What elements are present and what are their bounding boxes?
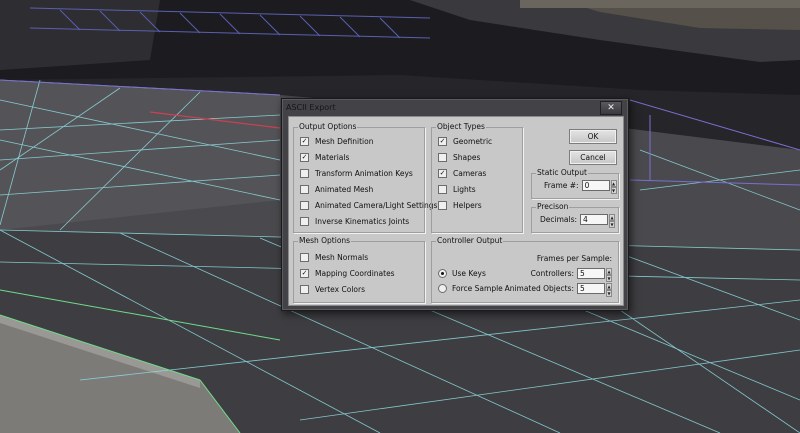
checkbox-label: Animated Mesh	[315, 185, 374, 194]
mesh-definition-checkbox[interactable]: ✓ Mesh Definition	[300, 136, 373, 147]
checkbox-label: Lights	[453, 185, 476, 194]
static-output-label: Static Output	[536, 168, 588, 177]
checkbox-box[interactable]	[300, 169, 309, 178]
checkbox-box[interactable]	[438, 153, 447, 162]
animated-objects-spinner-arrows[interactable]: ▲ ▼	[606, 283, 612, 297]
helpers-checkbox[interactable]: Helpers	[438, 200, 482, 211]
radio-button[interactable]	[438, 284, 447, 293]
checkbox-box[interactable]: ✓	[300, 269, 309, 278]
animated-camera-light-checkbox[interactable]: Animated Camera/Light Settings	[300, 200, 437, 211]
checkbox-box[interactable]	[438, 185, 447, 194]
output-options-label: Output Options	[298, 122, 358, 131]
dialog-titlebar[interactable]: ASCII Export ✕	[284, 101, 626, 115]
object-types-group: Object Types ✓ Geometric Shapes ✓ Camera…	[431, 122, 523, 233]
spin-up-icon[interactable]: ▲	[609, 214, 616, 221]
radio-dot-icon	[441, 272, 444, 275]
mesh-normals-checkbox[interactable]: Mesh Normals	[300, 252, 368, 263]
checkbox-box[interactable]	[300, 201, 309, 210]
radio-label: Use Keys	[452, 269, 486, 278]
controllers-input[interactable]: 5	[577, 268, 605, 279]
controllers-label: Controllers:	[530, 269, 574, 278]
cancel-button[interactable]: Cancel	[569, 150, 617, 165]
checkbox-label: Materials	[315, 153, 350, 162]
spin-down-icon[interactable]: ▼	[606, 290, 612, 297]
close-icon: ✕	[607, 103, 615, 113]
decimals-spinner-arrows[interactable]: ▲ ▼	[609, 214, 616, 228]
radio-button[interactable]	[438, 269, 447, 278]
decimals-spinner: Decimals: 4 ▲ ▼	[540, 214, 616, 228]
use-keys-radio[interactable]: Use Keys	[438, 268, 486, 279]
close-button[interactable]: ✕	[600, 101, 622, 115]
vertex-colors-checkbox[interactable]: Vertex Colors	[300, 284, 365, 295]
checkbox-box[interactable]: ✓	[300, 153, 309, 162]
check-icon: ✓	[439, 137, 446, 145]
ascii-export-dialog: ASCII Export ✕ Output Options ✓ Mesh Def…	[281, 98, 629, 311]
precision-group: Precison Decimals: 4 ▲ ▼	[531, 202, 619, 233]
radio-label: Force Sample	[452, 284, 503, 293]
controller-output-label: Controller Output	[436, 236, 504, 245]
output-options-group: Output Options ✓ Mesh Definition ✓ Mater…	[293, 122, 437, 233]
frame-label: Frame #:	[544, 181, 579, 190]
shapes-checkbox[interactable]: Shapes	[438, 152, 480, 163]
ok-button[interactable]: OK	[569, 129, 617, 144]
checkbox-label: Helpers	[453, 201, 482, 210]
check-icon: ✓	[301, 137, 308, 145]
spin-up-icon[interactable]: ▲	[610, 180, 617, 187]
animated-objects-label: Animated Objects:	[504, 284, 574, 293]
force-sample-radio[interactable]: Force Sample	[438, 283, 503, 294]
checkbox-label: Transform Animation Keys	[315, 169, 413, 178]
checkbox-label: Shapes	[453, 153, 481, 162]
object-types-label: Object Types	[436, 122, 486, 131]
checkbox-label: Mapping Coordinates	[315, 269, 395, 278]
checkbox-box[interactable]	[300, 253, 309, 262]
dialog-title: ASCII Export	[286, 103, 336, 112]
decimals-label: Decimals:	[540, 215, 578, 224]
frame-spinner-arrows[interactable]: ▲ ▼	[610, 180, 617, 194]
materials-checkbox[interactable]: ✓ Materials	[300, 152, 349, 163]
checkbox-label: Mesh Definition	[315, 137, 374, 146]
frames-per-sample-label: Frames per Sample:	[536, 254, 612, 263]
animated-objects-spinner: Animated Objects: 5 ▲ ▼	[504, 283, 612, 297]
spin-up-icon[interactable]: ▲	[606, 283, 612, 290]
checkbox-label: Cameras	[453, 169, 487, 178]
controller-output-group: Controller Output Frames per Sample: Use…	[431, 236, 619, 303]
controllers-spinner-arrows[interactable]: ▲ ▼	[606, 268, 612, 282]
dialog-client-area: Output Options ✓ Mesh Definition ✓ Mater…	[288, 116, 624, 306]
spin-down-icon[interactable]: ▼	[606, 275, 612, 282]
animated-objects-input[interactable]: 5	[577, 283, 605, 294]
spin-up-icon[interactable]: ▲	[606, 268, 612, 275]
spin-down-icon[interactable]: ▼	[610, 187, 617, 194]
mesh-options-label: Mesh Options	[298, 236, 352, 245]
checkbox-box[interactable]: ✓	[438, 169, 447, 178]
precision-label: Precison	[536, 202, 570, 211]
frame-spinner: Frame #: 0 ▲ ▼	[544, 180, 617, 194]
checkbox-label: Vertex Colors	[315, 285, 365, 294]
mesh-options-group: Mesh Options Mesh Normals ✓ Mapping Coor…	[293, 236, 425, 303]
geometric-checkbox[interactable]: ✓ Geometric	[438, 136, 492, 147]
spin-down-icon[interactable]: ▼	[609, 221, 616, 228]
cameras-checkbox[interactable]: ✓ Cameras	[438, 168, 486, 179]
checkbox-label: Mesh Normals	[315, 253, 369, 262]
inverse-kinematics-checkbox[interactable]: Inverse Kinematics Joints	[300, 216, 409, 227]
animated-mesh-checkbox[interactable]: Animated Mesh	[300, 184, 373, 195]
checkbox-box[interactable]	[300, 285, 309, 294]
controllers-spinner: Controllers: 5 ▲ ▼	[530, 268, 612, 282]
checkbox-box[interactable]	[300, 185, 309, 194]
transform-animation-keys-checkbox[interactable]: Transform Animation Keys	[300, 168, 413, 179]
checkbox-label: Inverse Kinematics Joints	[315, 217, 410, 226]
mapping-coordinates-checkbox[interactable]: ✓ Mapping Coordinates	[300, 268, 395, 279]
checkbox-box[interactable]: ✓	[438, 137, 447, 146]
checkbox-box[interactable]	[300, 217, 309, 226]
decimals-input[interactable]: 4	[580, 214, 609, 225]
static-output-group: Static Output Frame #: 0 ▲ ▼	[531, 168, 619, 199]
checkbox-box[interactable]: ✓	[300, 137, 309, 146]
checkbox-label: Geometric	[453, 137, 493, 146]
checkbox-label: Animated Camera/Light Settings	[315, 201, 438, 210]
frame-input[interactable]: 0	[581, 180, 610, 191]
check-icon: ✓	[301, 153, 308, 161]
check-icon: ✓	[301, 269, 308, 277]
lights-checkbox[interactable]: Lights	[438, 184, 476, 195]
checkbox-box[interactable]	[438, 201, 447, 210]
check-icon: ✓	[439, 169, 446, 177]
